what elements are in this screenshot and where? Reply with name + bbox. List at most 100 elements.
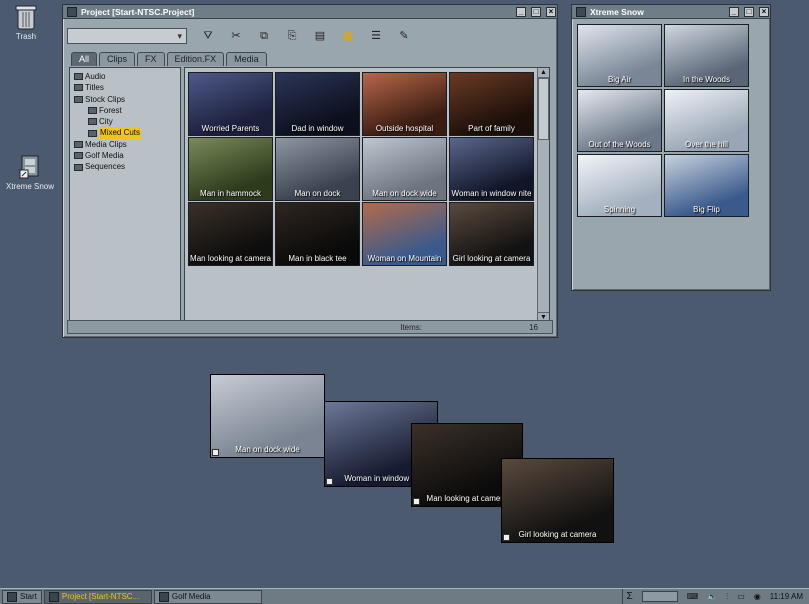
tree-item-media-clips[interactable]: Media Clips [74, 139, 180, 150]
clip-thumbnail-big-air[interactable]: Big Air [577, 24, 662, 87]
tab-clips[interactable]: Clips [99, 52, 136, 66]
clip-caption: Part of family [468, 124, 515, 133]
clip-caption: Big Air [607, 75, 632, 84]
tab-edition-fx[interactable]: Edition.FX [166, 52, 225, 66]
folder-open-icon [74, 95, 83, 103]
mixer-icon[interactable]: ⫶ [726, 592, 728, 602]
taskbar-item-golf-media[interactable]: Golf Media [153, 589, 262, 604]
close-button[interactable]: × [759, 6, 769, 17]
copy-icon[interactable]: ⧉ [257, 29, 271, 43]
clip-caption: Man on dock wide [235, 445, 300, 454]
clip-thumbnail-spinning[interactable]: Spinning [577, 154, 662, 217]
clip-thumbnail-out-of-the-woods[interactable]: Out of the Woods [577, 89, 662, 152]
minimize-button[interactable]: _ [516, 6, 526, 17]
project-titlebar[interactable]: Project [Start-NTSC.Project] _ □ × [63, 5, 557, 19]
tree-item-audio[interactable]: Audio [74, 71, 180, 82]
clip-caption: Woman in window nite [451, 189, 532, 198]
tree-item-stock-clips[interactable]: Stock Clips [74, 94, 180, 105]
scroll-up-icon[interactable]: ▲ [538, 68, 549, 78]
folder-icon [88, 129, 97, 137]
scroll-thumb[interactable] [538, 78, 549, 140]
trash-desktop-icon[interactable]: Trash [0, 4, 56, 41]
window-icon [158, 591, 169, 602]
clip-thumbnail-man-on-dock[interactable]: Man on dock [275, 137, 360, 201]
xtreme-snow-window: Xtreme Snow _ □ × Big Air In the Woods Out… [571, 4, 771, 291]
trash-icon [15, 5, 37, 30]
clip-caption: Man on dock [294, 189, 341, 198]
clip-thumbnail-over-the-hill[interactable]: Over the hill [664, 89, 749, 152]
clip-thumbnail-man-looking-at-camera[interactable]: Man looking at camera [188, 202, 273, 266]
paste-icon[interactable]: ⎘ [285, 29, 299, 43]
clip-thumbnail-part-of-family[interactable]: Part of family [449, 72, 534, 136]
shortcut-arrow-icon [212, 449, 219, 456]
start-button[interactable]: Start [2, 589, 42, 604]
snow-titlebar[interactable]: Xtreme Snow _ □ × [572, 5, 770, 19]
clip-thumbnail-man-on-dock-wide[interactable]: Man on dock wide [362, 137, 447, 201]
trash-label: Trash [15, 32, 37, 41]
xtreme-snow-label: Xtreme Snow [5, 182, 55, 191]
eye-icon[interactable]: ◉ [754, 592, 761, 601]
project-window: Project [Start-NTSC.Project] _ □ × ▾ ⛛ ✂… [62, 4, 558, 338]
clip-caption: Man looking at camera [190, 254, 271, 263]
project-tabs: All Clips FX Edition.FX Media [71, 52, 267, 66]
tray-input-field[interactable] [641, 591, 678, 602]
tree-item-titles[interactable]: Titles [74, 82, 180, 93]
clock: 11:19 AM [769, 592, 803, 601]
clip-thumbnail-woman-on-mountain[interactable]: Woman on Mountain [362, 202, 447, 266]
monitor-icon[interactable]: ▭ [737, 592, 745, 601]
clip-caption: Big Flip [693, 205, 720, 214]
clipboard-icon[interactable]: ▤ [313, 29, 327, 43]
close-button[interactable]: × [546, 6, 556, 17]
sigma-icon[interactable]: Σ [627, 591, 633, 602]
speaker-icon[interactable]: 🔈 [707, 592, 717, 601]
clip-thumbnail-man-on-dock-wide[interactable]: Man on dock wide [210, 374, 325, 458]
tree-item-golf-media[interactable]: Golf Media [74, 150, 180, 161]
properties-icon[interactable]: ✎ [397, 29, 411, 43]
filter-icon[interactable]: ⛛ [201, 29, 215, 43]
tree-item-forest[interactable]: Forest [74, 105, 180, 116]
bin-filter-dropdown[interactable]: ▾ [67, 28, 187, 44]
cut-icon[interactable]: ✂ [229, 29, 243, 43]
clip-thumbnail-in-the-woods[interactable]: In the Woods [664, 24, 749, 87]
clip-thumbnail-dad-in-window[interactable]: Dad in window [275, 72, 360, 136]
clip-thumbnail-man-in-black-tee[interactable]: Man in black tee [275, 202, 360, 266]
clip-grid: ▲ ▼ Worried Parents Dad in window Outside … [184, 67, 550, 323]
clip-thumbnail-man-in-hammock[interactable]: Man in hammock [188, 137, 273, 201]
tab-all[interactable]: All [71, 52, 98, 66]
folder-icon [74, 84, 83, 92]
film-bin-icon [19, 155, 39, 179]
items-label: Items: [400, 323, 422, 332]
folder-icon [88, 118, 97, 126]
clip-caption: Girl looking at camera [518, 530, 597, 539]
list-view-icon[interactable]: ☰ [369, 29, 383, 43]
items-count: 16 [529, 323, 538, 332]
folder-icon [88, 107, 97, 115]
folder-icon [74, 140, 83, 148]
clip-thumbnail-girl-looking-at-camera[interactable]: Girl looking at camera [449, 202, 534, 266]
minimize-button[interactable]: _ [729, 6, 739, 17]
snow-title: Xtreme Snow [590, 6, 644, 17]
window-icon [48, 591, 59, 602]
clip-thumbnail-worried-parents[interactable]: Worried Parents [188, 72, 273, 136]
system-tray: Σ ⌨ 🔈 ⫶ ▭ ◉ 11:19 AM [621, 589, 809, 604]
maximize-button[interactable]: □ [744, 6, 754, 17]
clip-thumbnail-outside-hospital[interactable]: Outside hospital [362, 72, 447, 136]
keyboard-icon[interactable]: ⌨ [687, 592, 699, 601]
tree-item-mixed-cuts[interactable]: Mixed Cuts [74, 127, 180, 139]
tab-media[interactable]: Media [226, 52, 267, 66]
folder-icon [74, 152, 83, 160]
clip-thumbnail-big-flip[interactable]: Big Flip [664, 154, 749, 217]
xtreme-snow-desktop-icon[interactable]: Xtreme Snow [0, 154, 60, 191]
tree-item-city[interactable]: City [74, 116, 180, 127]
thumbnail-view-icon[interactable]: ▦ [341, 29, 355, 43]
tree-item-sequences[interactable]: Sequences [74, 161, 180, 172]
clip-thumbnail-woman-in-window-nite[interactable]: Woman in window nite [449, 137, 534, 201]
vertical-scrollbar[interactable]: ▲ ▼ [537, 68, 549, 322]
bin-tree: Audio Titles Stock Clips Forest City Mix… [69, 67, 181, 323]
shortcut-arrow-icon [413, 498, 420, 505]
tab-fx[interactable]: FX [137, 52, 165, 66]
clip-caption: In the Woods [683, 75, 730, 84]
clip-thumbnail-girl-looking-at-camera[interactable]: Girl looking at camera [501, 458, 614, 543]
taskbar-item-project[interactable]: Project [Start-NTSC... [43, 589, 152, 604]
maximize-button[interactable]: □ [531, 6, 541, 17]
